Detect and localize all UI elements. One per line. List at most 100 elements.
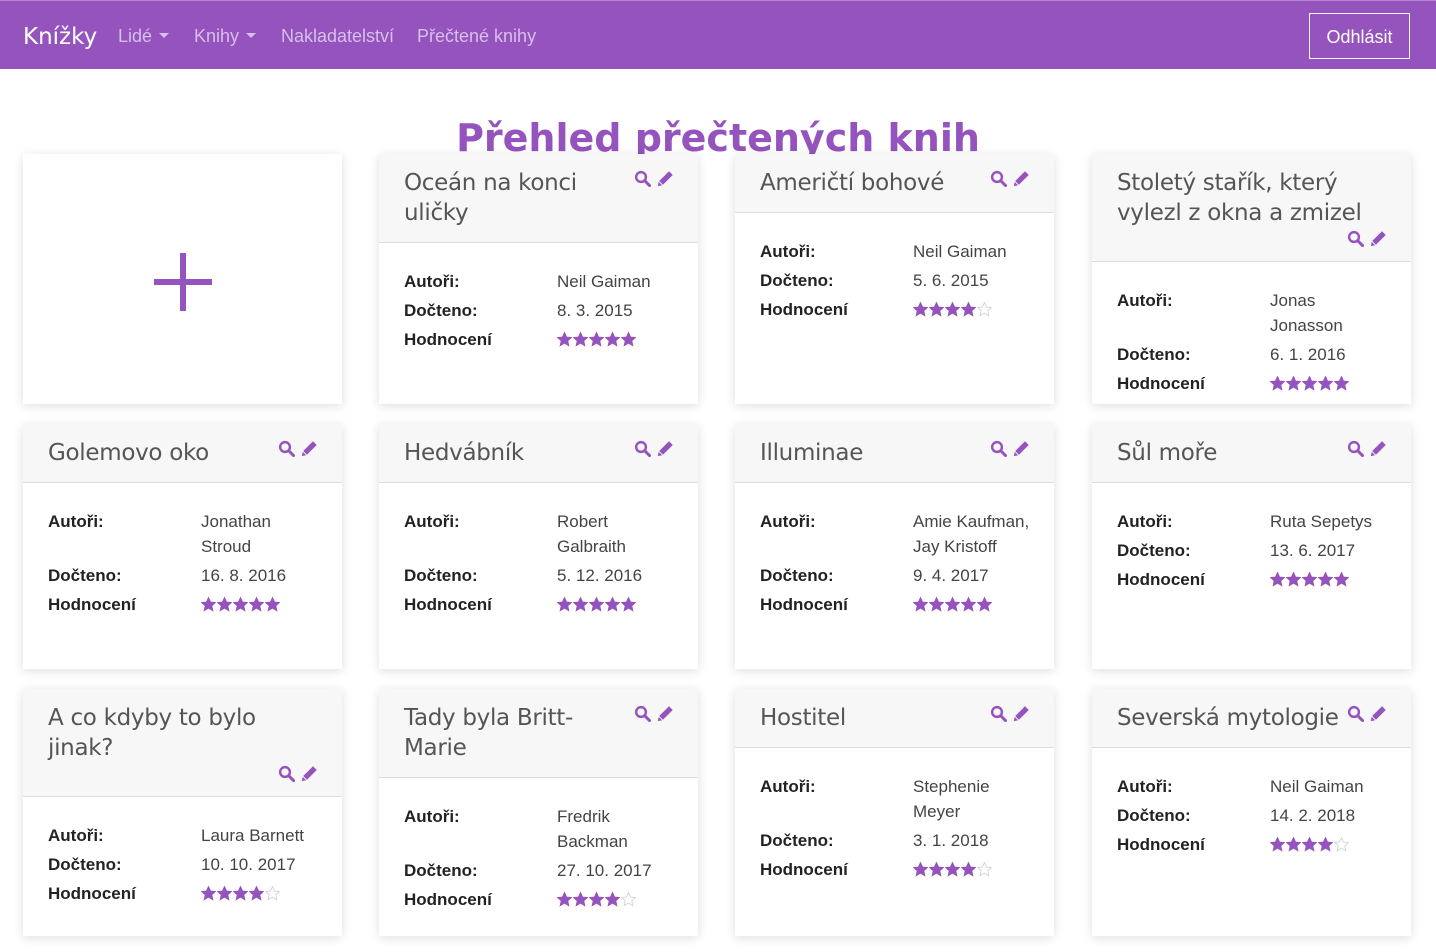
authors-value: Stephenie Meyer	[913, 777, 990, 821]
finished-value: 6. 1. 2016	[1270, 345, 1346, 364]
pencil-icon[interactable]	[301, 440, 318, 457]
nav-item-knihy[interactable]: Knihy	[194, 25, 257, 47]
rating-label: Hodnocení	[760, 860, 848, 879]
star-filled-icon	[233, 597, 248, 612]
search-icon[interactable]	[634, 705, 651, 722]
card-body: Autoři: Stephenie Meyer Dočteno: 3. 1. 2018…	[735, 748, 1054, 882]
star-filled-icon	[201, 886, 216, 901]
star-filled-icon	[217, 597, 232, 612]
rating-row: Hodnocení	[404, 327, 674, 352]
authors-row: Autoři: Jonathan Stroud	[48, 509, 318, 559]
finished-label: Dočteno:	[404, 861, 478, 880]
search-icon[interactable]	[1347, 440, 1364, 457]
search-icon[interactable]	[278, 440, 295, 457]
finished-value: 9. 4. 2017	[913, 566, 989, 585]
book-title: Oceán na konci uličky	[404, 170, 577, 226]
rating-row: Hodnocení	[48, 592, 318, 617]
card-header: Severská mytologie	[1092, 689, 1411, 748]
star-filled-icon	[945, 302, 960, 317]
rating-row: Hodnocení	[760, 857, 1030, 882]
search-icon[interactable]	[634, 440, 651, 457]
authors-label: Autoři:	[760, 242, 816, 261]
pencil-icon[interactable]	[1370, 705, 1387, 722]
search-icon[interactable]	[1347, 705, 1364, 722]
add-book-card[interactable]	[23, 154, 342, 404]
card-header: Illuminae	[735, 424, 1054, 483]
pencil-icon[interactable]	[1013, 440, 1030, 457]
search-icon[interactable]	[278, 765, 295, 782]
card-actions	[634, 170, 674, 187]
star-filled-icon	[589, 332, 604, 347]
authors-row: Autoři: Neil Gaiman	[404, 269, 674, 294]
book-title: Američtí bohové	[760, 170, 945, 196]
star-filled-icon	[605, 597, 620, 612]
rating-row: Hodnocení	[48, 881, 318, 906]
authors-value: Ruta Sepetys	[1270, 512, 1373, 531]
chevron-down-icon	[246, 33, 257, 38]
rating-row: Hodnocení	[404, 592, 674, 617]
star-empty-icon	[977, 862, 992, 877]
finished-value: 3. 1. 2018	[913, 831, 989, 850]
star-filled-icon	[589, 892, 604, 907]
rating-stars	[557, 592, 636, 617]
rating-label: Hodnocení	[48, 595, 136, 614]
rating-label: Hodnocení	[404, 595, 492, 614]
pencil-icon[interactable]	[301, 765, 318, 782]
finished-label: Dočteno:	[404, 566, 478, 585]
rating-row: Hodnocení	[760, 297, 1030, 322]
authors-label: Autoři:	[404, 807, 460, 826]
pencil-icon[interactable]	[657, 170, 674, 187]
star-filled-icon	[913, 862, 928, 877]
rating-stars	[1270, 567, 1349, 592]
card-actions	[1347, 440, 1387, 457]
search-icon[interactable]	[990, 170, 1007, 187]
book-card: Hostitel Autoři: Stephenie Meyer Dočteno: 3.…	[735, 689, 1054, 936]
rating-label: Hodnocení	[48, 884, 136, 903]
authors-row: Autoři: Ruta Sepetys	[1117, 509, 1387, 534]
pencil-icon[interactable]	[657, 705, 674, 722]
star-filled-icon	[913, 302, 928, 317]
book-card: Američtí bohové Autoři: Neil Gaiman Dočteno…	[735, 154, 1054, 404]
nav-item-prectene-knihy[interactable]: Přečtené knihy	[417, 25, 536, 47]
pencil-icon[interactable]	[1370, 230, 1387, 247]
nav-item-lide[interactable]: Lidé	[118, 25, 170, 47]
authors-value: Neil Gaiman	[1270, 777, 1364, 796]
logout-button[interactable]: Odhlásit	[1309, 13, 1410, 59]
star-filled-icon	[201, 597, 216, 612]
star-filled-icon	[1302, 572, 1317, 587]
authors-label: Autoři:	[1117, 777, 1173, 796]
finished-value: 16. 8. 2016	[201, 566, 287, 585]
search-icon[interactable]	[1347, 230, 1364, 247]
finished-row: Dočteno: 10. 10. 2017	[48, 852, 318, 877]
search-icon[interactable]	[990, 705, 1007, 722]
star-filled-icon	[573, 892, 588, 907]
authors-label: Autoři:	[760, 512, 816, 531]
authors-value: Laura Barnett	[201, 826, 305, 845]
pencil-icon[interactable]	[657, 440, 674, 457]
star-filled-icon	[1270, 837, 1285, 852]
authors-label: Autoři:	[404, 512, 460, 531]
star-filled-icon	[1286, 837, 1301, 852]
finished-row: Dočteno: 13. 6. 2017	[1117, 538, 1387, 563]
book-card: Illuminae Autoři: Amie Kaufman, Jay Kristo…	[735, 424, 1054, 669]
finished-row: Dočteno: 6. 1. 2016	[1117, 342, 1387, 367]
nav-item-nakladatelstvi[interactable]: Nakladatelství	[281, 25, 394, 47]
rating-stars	[201, 592, 280, 617]
star-filled-icon	[589, 597, 604, 612]
finished-row: Dočteno: 5. 12. 2016	[404, 563, 674, 588]
search-icon[interactable]	[990, 440, 1007, 457]
search-icon[interactable]	[634, 170, 651, 187]
authors-row: Autoři: Jonas Jonasson	[1117, 288, 1387, 338]
card-body: Autoři: Robert Galbraith Dočteno: 5. 12. 20…	[379, 483, 698, 617]
rating-label: Hodnocení	[1117, 835, 1205, 854]
star-filled-icon	[1318, 837, 1333, 852]
pencil-icon[interactable]	[1013, 705, 1030, 722]
authors-value: Jonas Jonasson	[1270, 291, 1343, 335]
pencil-icon[interactable]	[1013, 170, 1030, 187]
pencil-icon[interactable]	[1370, 440, 1387, 457]
authors-value: Fredrik Backman	[557, 807, 628, 851]
brand-link[interactable]: Knížky	[23, 23, 97, 51]
finished-label: Dočteno:	[1117, 541, 1191, 560]
card-actions	[990, 170, 1030, 187]
star-filled-icon	[621, 597, 636, 612]
